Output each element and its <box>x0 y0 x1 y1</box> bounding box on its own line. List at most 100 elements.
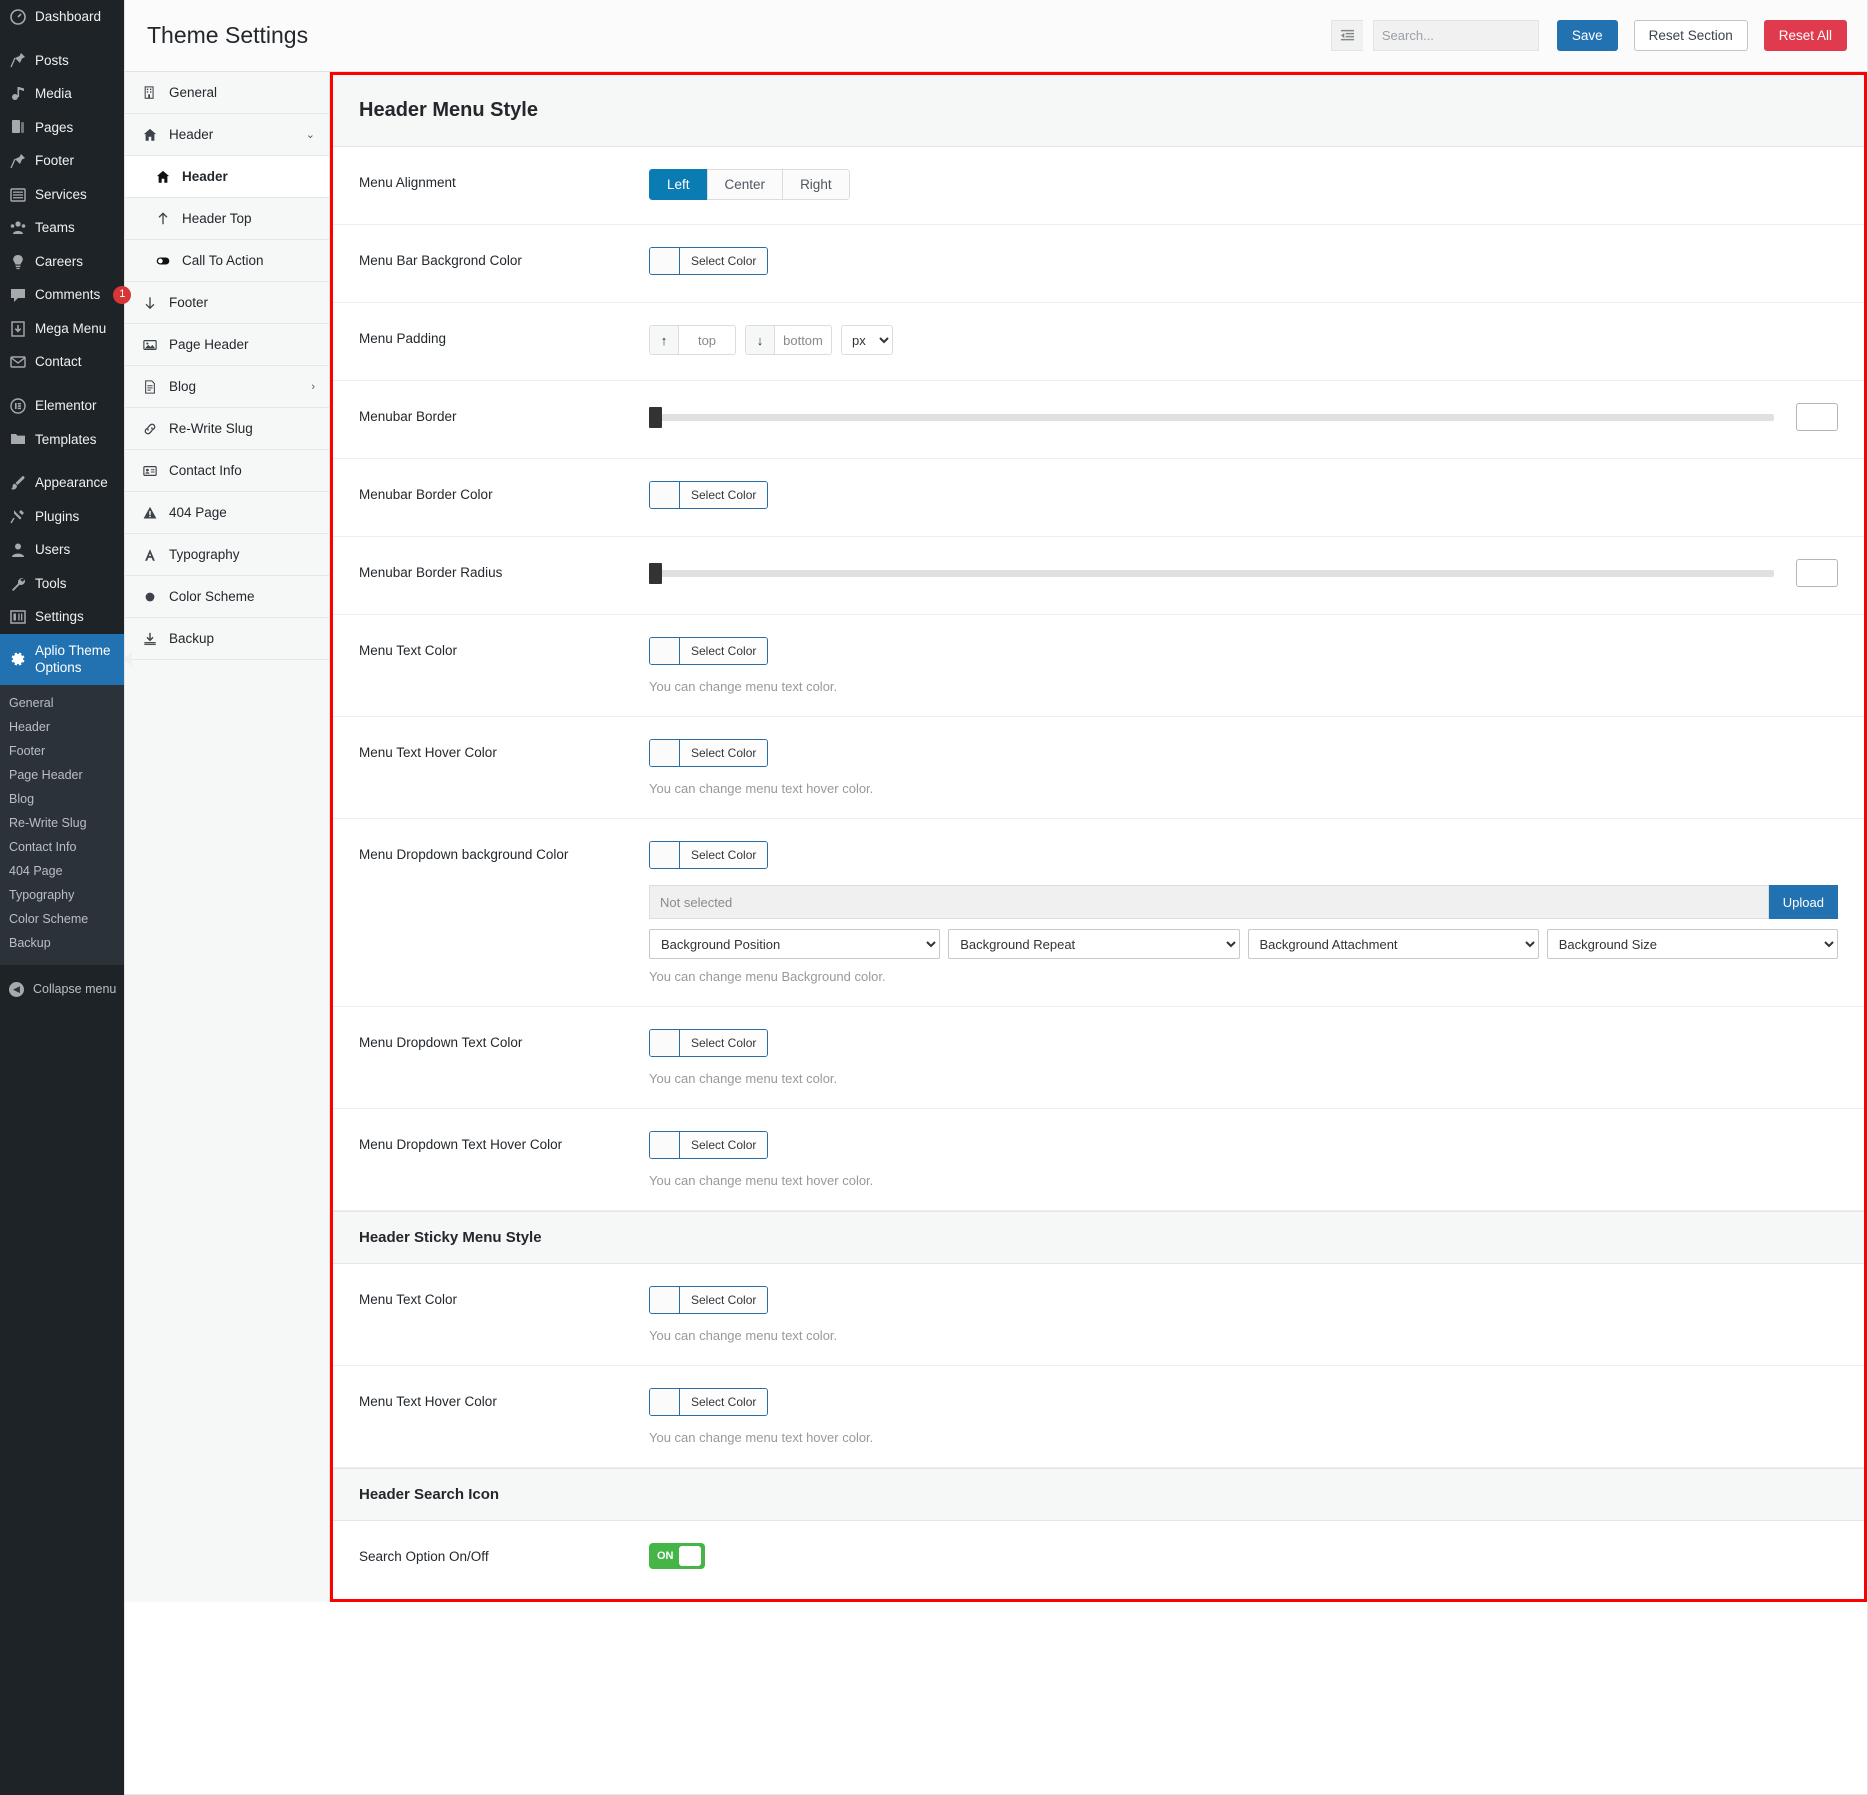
nav-item-contact-info[interactable]: Contact Info <box>125 450 329 492</box>
color-picker-menu-dropdown-background[interactable]: Select Color <box>649 841 769 869</box>
menubar-border-radius-slider[interactable] <box>649 562 1774 584</box>
wp-menu-item-comments[interactable]: Comments 1 <box>0 278 132 312</box>
align-right-button[interactable]: Right <box>782 169 850 200</box>
wp-menu-item-footer[interactable]: Footer <box>0 144 124 178</box>
nav-item-page-header[interactable]: Page Header <box>125 324 329 366</box>
background-repeat-select[interactable]: Background Repeat <box>948 929 1240 959</box>
toggle-icon <box>155 254 171 268</box>
color-picker-menubar-border[interactable]: Select Color <box>649 481 769 509</box>
wp-submenu-item-typography[interactable]: Typography <box>0 883 124 907</box>
nav-item-blog[interactable]: Blog › <box>125 366 329 408</box>
wp-menu-item-plugins[interactable]: Plugins <box>0 500 124 534</box>
background-size-select[interactable]: Background Size <box>1546 929 1838 959</box>
menu-separator <box>0 379 124 389</box>
nav-item-re-write-slug[interactable]: Re-Write Slug <box>125 408 329 450</box>
slider-handle[interactable] <box>649 406 662 428</box>
arrow-down-icon <box>142 296 158 310</box>
wp-submenu-item-backup[interactable]: Backup <box>0 931 124 955</box>
nav-item-404-page[interactable]: 404 Page <box>125 492 329 534</box>
wp-menu-item-media[interactable]: Media <box>0 77 124 111</box>
nav-item-header[interactable]: Header ⌄ <box>125 114 329 156</box>
color-picker-menu-bar-background[interactable]: Select Color <box>649 247 769 275</box>
wp-menu-item-contact[interactable]: Contact <box>0 345 124 379</box>
wp-submenu-item-general[interactable]: General <box>0 691 124 715</box>
align-left-button[interactable]: Left <box>649 169 708 200</box>
nav-item-header-top-sub[interactable]: Header Top <box>125 198 329 240</box>
align-center-button[interactable]: Center <box>706 169 784 200</box>
nav-item-label: Header <box>169 127 214 142</box>
wp-submenu-item-footer[interactable]: Footer <box>0 739 124 763</box>
background-image-input[interactable] <box>649 885 1769 919</box>
padding-unit-select[interactable]: px <box>841 325 893 355</box>
wp-menu-item-posts[interactable]: Posts <box>0 44 124 78</box>
wp-menu-item-elementor[interactable]: Elementor <box>0 389 124 423</box>
wp-menu-item-appearance[interactable]: Appearance <box>0 466 124 500</box>
wp-submenu-item-404-page[interactable]: 404 Page <box>0 859 124 883</box>
collapse-menu-button[interactable]: ◀ Collapse menu <box>0 973 124 1006</box>
color-swatch <box>650 1030 680 1056</box>
wp-submenu-item-header[interactable]: Header <box>0 715 124 739</box>
wp-submenu-item-color-scheme[interactable]: Color Scheme <box>0 907 124 931</box>
background-position-select[interactable]: Background Position <box>649 929 941 959</box>
color-picker-menu-dropdown-text[interactable]: Select Color <box>649 1029 769 1057</box>
padding-bottom-field[interactable]: ↓ <box>745 325 832 355</box>
wp-submenu-item-re-write-slug[interactable]: Re-Write Slug <box>0 811 124 835</box>
save-button[interactable]: Save <box>1556 20 1618 51</box>
desc-menu-text-color: You can change menu text color. <box>649 679 838 694</box>
wp-submenu-item-blog[interactable]: Blog <box>0 787 124 811</box>
color-picker-menu-text-hover[interactable]: Select Color <box>649 739 769 767</box>
menubar-border-radius-value-input[interactable] <box>1796 559 1838 587</box>
wp-menu-item-teams[interactable]: Teams <box>0 211 124 245</box>
color-picker-sticky-menu-text[interactable]: Select Color <box>649 1286 769 1314</box>
expand-options-icon[interactable] <box>1330 20 1363 51</box>
wp-submenu-item-contact-info[interactable]: Contact Info <box>0 835 124 859</box>
wp-menu-label: Media <box>35 86 72 102</box>
desc-menu-dropdown-text-color: You can change menu text color. <box>649 1071 838 1086</box>
padding-bottom-input[interactable] <box>775 326 831 354</box>
padding-top-input[interactable] <box>679 326 735 354</box>
nav-item-footer[interactable]: Footer <box>125 282 329 324</box>
nav-item-backup[interactable]: Backup <box>125 618 329 660</box>
wp-menu-item-aplio-theme-options[interactable]: Aplio Theme Options <box>0 633 132 685</box>
reset-section-button[interactable]: Reset Section <box>1633 20 1748 51</box>
wp-submenu-item-page-header[interactable]: Page Header <box>0 763 124 787</box>
slider-handle[interactable] <box>649 562 662 584</box>
wp-menu-item-templates[interactable]: Templates <box>0 423 124 457</box>
reset-all-button[interactable]: Reset All <box>1763 20 1847 51</box>
wp-menu-label: Comments <box>35 287 101 303</box>
background-attachment-select[interactable]: Background Attachment <box>1247 929 1539 959</box>
list-icon <box>9 186 26 203</box>
wp-menu-item-users[interactable]: Users <box>0 533 124 567</box>
color-picker-menu-dropdown-text-hover[interactable]: Select Color <box>649 1131 769 1159</box>
nav-item-general[interactable]: General <box>125 72 329 114</box>
nav-item-typography[interactable]: Typography <box>125 534 329 576</box>
color-swatch <box>650 248 680 274</box>
padding-top-field[interactable]: ↑ <box>649 325 736 355</box>
color-swatch <box>650 1132 680 1158</box>
wp-menu-item-pages[interactable]: Pages <box>0 111 124 145</box>
row-menu-padding: Menu Padding ↑ ↓ px <box>333 303 1864 381</box>
wp-menu-label: Settings <box>35 609 84 625</box>
wp-menu-item-tools[interactable]: Tools <box>0 567 124 601</box>
wp-menu-item-dashboard[interactable]: Dashboard <box>0 0 124 34</box>
wp-menu-item-mega-menu[interactable]: Mega Menu <box>0 312 124 346</box>
section-title-header-sticky-menu-style: Header Sticky Menu Style <box>333 1211 1864 1264</box>
menubar-border-value-input[interactable] <box>1796 403 1838 431</box>
backup-icon <box>142 632 158 646</box>
teams-icon <box>9 220 26 237</box>
wp-menu-item-careers[interactable]: Careers <box>0 245 124 279</box>
search-input[interactable] <box>1372 20 1539 51</box>
upload-button[interactable]: Upload <box>1768 885 1838 919</box>
menubar-border-slider[interactable] <box>649 406 1774 428</box>
search-option-toggle[interactable]: ON <box>649 1543 705 1569</box>
color-picker-menu-text[interactable]: Select Color <box>649 637 769 665</box>
nav-item-color-scheme[interactable]: Color Scheme <box>125 576 329 618</box>
nav-item-header-sub[interactable]: Header <box>125 156 329 198</box>
wp-menu-item-services[interactable]: Services <box>0 178 124 212</box>
building-icon <box>142 85 158 100</box>
color-picker-sticky-menu-text-hover[interactable]: Select Color <box>649 1388 769 1416</box>
row-menu-dropdown-text-color: Menu Dropdown Text Color Select Color Yo… <box>333 1007 1864 1109</box>
nav-item-call-to-action-sub[interactable]: Call To Action <box>125 240 329 282</box>
row-menu-alignment: Menu Alignment Left Center Right <box>333 147 1864 225</box>
wp-menu-item-settings[interactable]: Settings <box>0 600 124 634</box>
